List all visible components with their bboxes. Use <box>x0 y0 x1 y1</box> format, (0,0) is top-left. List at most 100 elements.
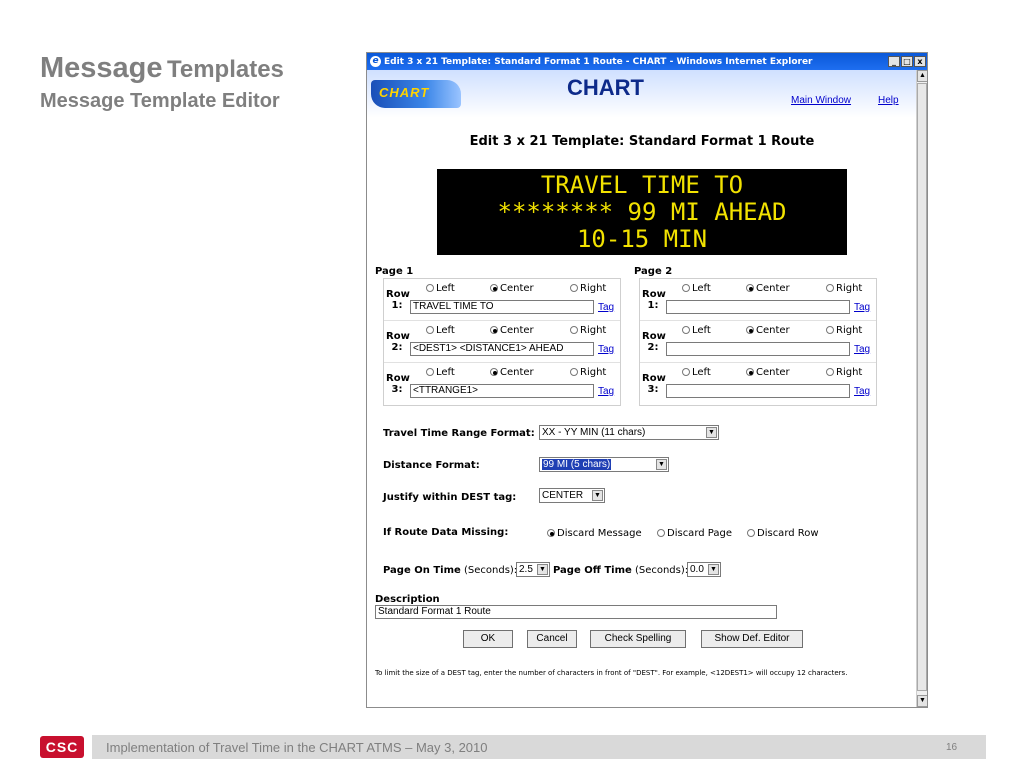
travel-time-range-label: Travel Time Range Format: <box>383 428 535 439</box>
radio-circle-icon <box>657 529 665 537</box>
radio-circle-icon <box>426 368 434 376</box>
sign-line-2: ******** 99 MI AHEAD <box>497 198 787 226</box>
radio-center[interactable]: Center <box>746 283 790 294</box>
radio-circle-icon <box>490 326 498 334</box>
radio-right[interactable]: Right <box>826 283 862 294</box>
justify-label: Justify within DEST tag: <box>383 492 517 503</box>
minimize-button[interactable]: _ <box>888 56 900 67</box>
radio-right[interactable]: Right <box>826 367 862 378</box>
ie-icon: e <box>370 56 381 67</box>
distance-format-label: Distance Format: <box>383 460 480 471</box>
tag-link[interactable]: Tag <box>854 386 870 397</box>
discard-message-radio[interactable]: Discard Message <box>547 528 642 539</box>
radio-left[interactable]: Left <box>682 367 711 378</box>
cancel-button[interactable]: Cancel <box>527 630 577 648</box>
radio-center[interactable]: Center <box>490 283 534 294</box>
chevron-down-icon: ▼ <box>706 427 717 438</box>
banner-title: CHART <box>567 75 644 100</box>
radio-center[interactable]: Center <box>490 367 534 378</box>
radio-right[interactable]: Right <box>826 325 862 336</box>
row-text-input[interactable] <box>666 342 850 356</box>
page1-row-1: Row 1: Left Center Right TRAVEL TIME TO T… <box>384 279 620 321</box>
sign-line-1: TRAVEL TIME TO <box>540 171 744 199</box>
radio-circle-icon <box>570 284 578 292</box>
check-spelling-button[interactable]: Check Spelling <box>590 630 686 648</box>
radio-center[interactable]: Center <box>746 367 790 378</box>
route-missing-label: If Route Data Missing: <box>383 527 509 538</box>
footer-text: Implementation of Travel Time in the CHA… <box>106 740 488 755</box>
radio-center[interactable]: Center <box>490 325 534 336</box>
radio-left[interactable]: Left <box>426 283 455 294</box>
page2-row-2: Row 2: Left Center Right Tag <box>640 321 876 363</box>
radio-right[interactable]: Right <box>570 325 606 336</box>
page1-label: Page 1 <box>375 266 414 277</box>
radio-circle-icon <box>570 326 578 334</box>
radio-right[interactable]: Right <box>570 367 606 378</box>
row-text-input[interactable]: <TTRANGE1> <box>410 384 594 398</box>
tag-link[interactable]: Tag <box>598 344 614 355</box>
browser-window: e Edit 3 x 21 Template: Standard Format … <box>366 52 928 708</box>
radio-circle-icon <box>746 284 754 292</box>
maximize-button[interactable]: □ <box>901 56 913 67</box>
travel-time-range-select[interactable]: XX - YY MIN (11 chars) ▼ <box>539 425 719 440</box>
chevron-down-icon: ▼ <box>708 564 719 575</box>
chevron-down-icon: ▼ <box>656 459 667 470</box>
justify-select[interactable]: CENTER ▼ <box>539 488 605 503</box>
description-label: Description <box>375 594 440 605</box>
radio-left[interactable]: Left <box>426 325 455 336</box>
row-text-input[interactable]: TRAVEL TIME TO <box>410 300 594 314</box>
page1-rows: Row 1: Left Center Right TRAVEL TIME TO T… <box>383 278 621 406</box>
radio-right[interactable]: Right <box>570 283 606 294</box>
editor-heading: Edit 3 x 21 Template: Standard Format 1 … <box>469 134 815 149</box>
tag-link[interactable]: Tag <box>854 302 870 313</box>
page-on-time-select[interactable]: 2.5 ▼ <box>516 562 550 577</box>
page-off-time-label: Page Off Time (Seconds): <box>553 565 689 576</box>
close-button[interactable]: x <box>914 56 926 67</box>
show-def-editor-button[interactable]: Show Def. Editor <box>701 630 803 648</box>
chart-banner: CHART CHART Main Window Help <box>367 70 917 118</box>
radio-circle-icon <box>682 284 690 292</box>
window-title: Edit 3 x 21 Template: Standard Format 1 … <box>384 56 813 67</box>
tag-link[interactable]: Tag <box>598 386 614 397</box>
ok-button[interactable]: OK <box>463 630 513 648</box>
row-label: Row 1: <box>386 289 410 311</box>
description-input[interactable]: Standard Format 1 Route <box>375 605 777 619</box>
distance-format-select[interactable]: 99 MI (5 chars) ▼ <box>539 457 669 472</box>
scroll-up-icon[interactable]: ▲ <box>917 70 927 82</box>
window-titlebar[interactable]: e Edit 3 x 21 Template: Standard Format … <box>367 53 927 70</box>
row-text-input[interactable] <box>666 384 850 398</box>
page-off-time-select[interactable]: 0.0 ▼ <box>687 562 721 577</box>
radio-circle-icon <box>746 368 754 376</box>
row-text-input[interactable] <box>666 300 850 314</box>
vertical-scrollbar[interactable]: ▲ ▼ <box>916 70 927 707</box>
slide-title: Message Templates <box>40 52 284 85</box>
row-label: Row 2: <box>642 331 666 353</box>
radio-circle-icon <box>547 529 555 537</box>
scroll-down-icon[interactable]: ▼ <box>917 695 927 707</box>
page-content: CHART CHART Main Window Help Edit 3 x 21… <box>367 70 917 707</box>
slide-title-rest: Templates <box>166 56 284 83</box>
slide-subtitle: Message Template Editor <box>40 90 280 112</box>
tag-link[interactable]: Tag <box>598 302 614 313</box>
radio-left[interactable]: Left <box>682 325 711 336</box>
main-window-link[interactable]: Main Window <box>791 95 851 106</box>
radio-left[interactable]: Left <box>426 367 455 378</box>
help-link[interactable]: Help <box>878 95 899 106</box>
chart-logo: CHART <box>371 80 461 108</box>
tag-link[interactable]: Tag <box>854 344 870 355</box>
scroll-thumb[interactable] <box>917 83 927 691</box>
radio-circle-icon <box>746 326 754 334</box>
radio-circle-icon <box>826 326 834 334</box>
discard-row-radio[interactable]: Discard Row <box>747 528 819 539</box>
page2-row-1: Row 1: Left Center Right Tag <box>640 279 876 321</box>
discard-page-radio[interactable]: Discard Page <box>657 528 732 539</box>
page1-row-3: Row 3: Left Center Right <TTRANGE1> Tag <box>384 363 620 405</box>
row-text-input[interactable]: <DEST1> <DISTANCE1> AHEAD <box>410 342 594 356</box>
radio-left[interactable]: Left <box>682 283 711 294</box>
radio-circle-icon <box>426 284 434 292</box>
radio-circle-icon <box>747 529 755 537</box>
radio-circle-icon <box>490 284 498 292</box>
sign-preview: TRAVEL TIME TO ******** 99 MI AHEAD 10-1… <box>437 169 847 255</box>
page-number: 16 <box>946 742 958 753</box>
radio-center[interactable]: Center <box>746 325 790 336</box>
